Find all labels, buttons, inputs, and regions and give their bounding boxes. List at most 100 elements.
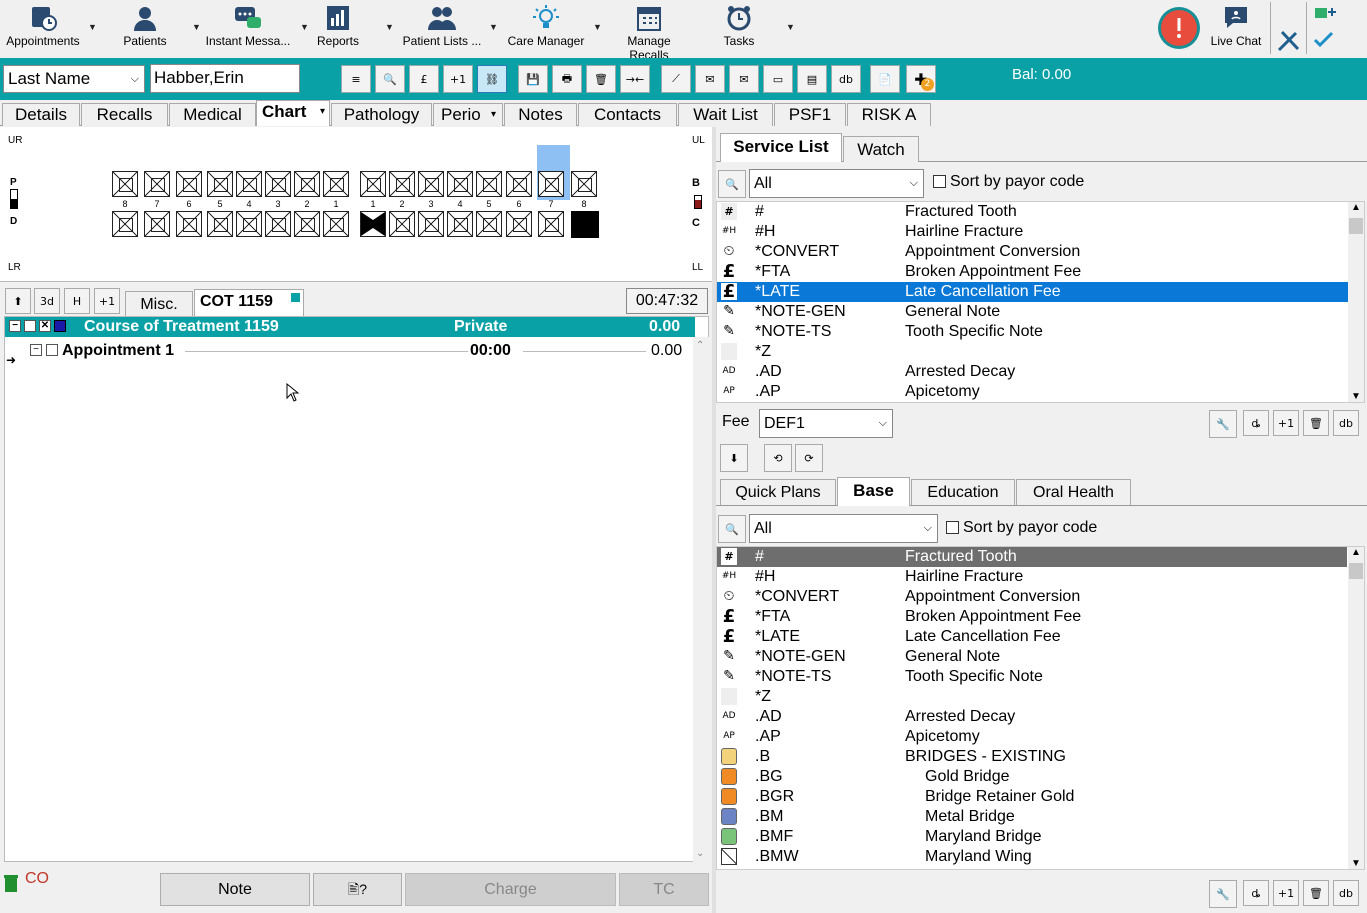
scroll-down-icon[interactable]: ▼	[1351, 858, 1361, 869]
list-item[interactable]: .B BRIDGES - EXISTING	[717, 747, 1347, 767]
scroll-down-icon[interactable]: ▼	[1351, 391, 1361, 402]
checkbox[interactable]	[24, 320, 36, 332]
email-button[interactable]: ✉	[729, 65, 759, 93]
plus-one-button[interactable]: +1	[94, 288, 120, 314]
appointment-row[interactable]: − Appointment 1 00:00 0.00	[5, 341, 695, 363]
tab-contacts[interactable]: Contacts	[578, 103, 677, 126]
arrow-down-button[interactable]: ⬇	[720, 444, 748, 472]
pound-button[interactable]: £	[409, 65, 439, 93]
plus-one-button[interactable]: +1	[443, 65, 473, 93]
tooth-lr8[interactable]	[112, 211, 138, 237]
list-item[interactable]: ✎ *NOTE-GEN General Note	[717, 647, 1347, 667]
tab-details[interactable]: Details	[2, 103, 80, 126]
treatment-scrollbar[interactable]: ⌃ ⌄	[693, 337, 709, 862]
manage-recalls-button[interactable]: Manage Recalls	[606, 4, 692, 62]
tooth-ur5[interactable]	[207, 171, 233, 197]
reports-button[interactable]: Reports	[310, 4, 366, 56]
pen-button[interactable]: ⟋	[661, 65, 691, 93]
charge-button[interactable]: Charge	[405, 873, 616, 906]
collapse-icon[interactable]: −	[30, 344, 42, 356]
list-item[interactable]: AD .AD Arrested Decay	[717, 707, 1347, 727]
tooth-ul7[interactable]	[538, 171, 564, 197]
split-button[interactable]: ȡ	[1243, 410, 1269, 436]
tooth-lr2[interactable]	[294, 211, 320, 237]
patient-lists-dropdown-icon[interactable]: ▼	[489, 22, 498, 32]
chevron-down-icon[interactable]: ▾	[491, 104, 496, 126]
tooth-ll3[interactable]	[418, 211, 444, 237]
tab-cot[interactable]: COT 1159	[194, 289, 304, 317]
tooth-ur6[interactable]	[176, 171, 202, 197]
instant-messages-button[interactable]: Instant Messa...	[204, 4, 292, 56]
tooth-lr6[interactable]	[176, 211, 202, 237]
list-item[interactable]: .BM Metal Bridge	[717, 807, 1347, 827]
list-item[interactable]: .BG Gold Bridge	[717, 767, 1347, 787]
search-button[interactable]: 🔍	[718, 515, 746, 543]
tab-quick-plans[interactable]: Quick Plans	[720, 479, 836, 505]
tab-misc[interactable]: Misc.	[125, 291, 193, 317]
course-color-swatch[interactable]	[54, 320, 66, 332]
scroll-thumb[interactable]	[1349, 218, 1363, 234]
sort-by-payor-checkbox[interactable]	[946, 521, 959, 534]
scroll-down-icon[interactable]: ⌄	[696, 848, 704, 859]
tooth-ll6[interactable]	[506, 211, 532, 237]
service-filter-select[interactable]: All ⌵	[749, 169, 924, 198]
tasks-dropdown-icon[interactable]: ▼	[786, 22, 795, 32]
note-button[interactable]: Note	[160, 873, 310, 906]
messages-dropdown-icon[interactable]: ▼	[300, 22, 309, 32]
alert-button[interactable]	[1158, 7, 1200, 49]
tab-oral-health[interactable]: Oral Health	[1016, 479, 1131, 505]
scroll-up-icon[interactable]: ▲	[1351, 202, 1361, 213]
card-button[interactable]: ▭	[763, 65, 793, 93]
tooth-ul5[interactable]	[476, 171, 502, 197]
tooth-ur2[interactable]	[294, 171, 320, 197]
care-manager-button[interactable]: Care Manager	[506, 4, 586, 56]
list-item[interactable]: £ *FTA Broken Appointment Fee	[717, 262, 1347, 282]
tab-wait-list[interactable]: Wait List	[678, 103, 773, 126]
tooth-ul8[interactable]	[571, 171, 597, 197]
redo-button[interactable]: ⟳	[795, 444, 823, 472]
tooth-ul3[interactable]	[418, 171, 444, 197]
care-manager-dropdown-icon[interactable]: ▼	[593, 22, 602, 32]
surface-indicator-right[interactable]	[694, 195, 702, 209]
list-item[interactable]: .BMW Maryland Wing	[717, 847, 1347, 867]
base-list-scrollbar[interactable]: ▲ ▼	[1348, 547, 1364, 869]
list-item[interactable]: ⏲ *CONVERT Appointment Conversion	[717, 242, 1347, 262]
chevron-down-icon[interactable]: ▾	[320, 101, 325, 123]
fee-select[interactable]: DEF1 ⌵	[759, 409, 893, 438]
service-list-scrollbar[interactable]: ▲ ▼	[1348, 202, 1364, 402]
tab-perio[interactable]: Perio ▾	[433, 103, 503, 126]
tooth-ur3[interactable]	[265, 171, 291, 197]
database-button[interactable]: db	[1333, 410, 1359, 436]
list-item[interactable]: *Z	[717, 342, 1347, 362]
appointments-dropdown-icon[interactable]: ▼	[88, 22, 97, 32]
list-item[interactable]: .BGR Bridge Retainer Gold	[717, 787, 1347, 807]
patients-button[interactable]: Patients	[114, 4, 176, 56]
tooth-ll4[interactable]	[447, 211, 473, 237]
scroll-up-icon[interactable]: ▲	[1351, 547, 1361, 558]
tc-button[interactable]: TC	[619, 873, 709, 906]
delete-button[interactable]: 🗑	[586, 65, 616, 93]
save-button[interactable]: 💾	[518, 65, 548, 93]
medical-alert-button[interactable]: ✚ 2	[906, 65, 936, 93]
trash-icon[interactable]	[3, 873, 19, 893]
list-item-selected[interactable]: £ *LATE Late Cancellation Fee	[717, 282, 1364, 302]
tab-chart[interactable]: Chart ▾	[256, 100, 330, 126]
plus-one-button[interactable]: +1	[1273, 410, 1299, 436]
patient-lists-button[interactable]: Patient Lists ...	[400, 4, 484, 56]
list-item[interactable]: ✎ *NOTE-TS Tooth Specific Note	[717, 322, 1347, 342]
tab-watch[interactable]: Watch	[843, 136, 919, 162]
link-button[interactable]: ⛓	[477, 65, 507, 93]
tooth-lr7[interactable]	[144, 211, 170, 237]
patient-name-input[interactable]: Habber,Erin	[150, 64, 300, 93]
tab-notes[interactable]: Notes	[504, 103, 577, 126]
search-button[interactable]: 🔍	[718, 170, 746, 198]
search-field-select[interactable]: Last Name ⌵	[3, 65, 145, 93]
tooth-ul4[interactable]	[447, 171, 473, 197]
up-button[interactable]: ⬆	[5, 288, 31, 314]
3d-button[interactable]: 3d	[34, 288, 60, 314]
tooth-ur7[interactable]	[144, 171, 170, 197]
tooth-ul2[interactable]	[389, 171, 415, 197]
list-item-selected[interactable]: # # Fractured Tooth	[717, 547, 1347, 567]
list-item[interactable]: ✎ *NOTE-TS Tooth Specific Note	[717, 667, 1347, 687]
tooth-ll2[interactable]	[389, 211, 415, 237]
